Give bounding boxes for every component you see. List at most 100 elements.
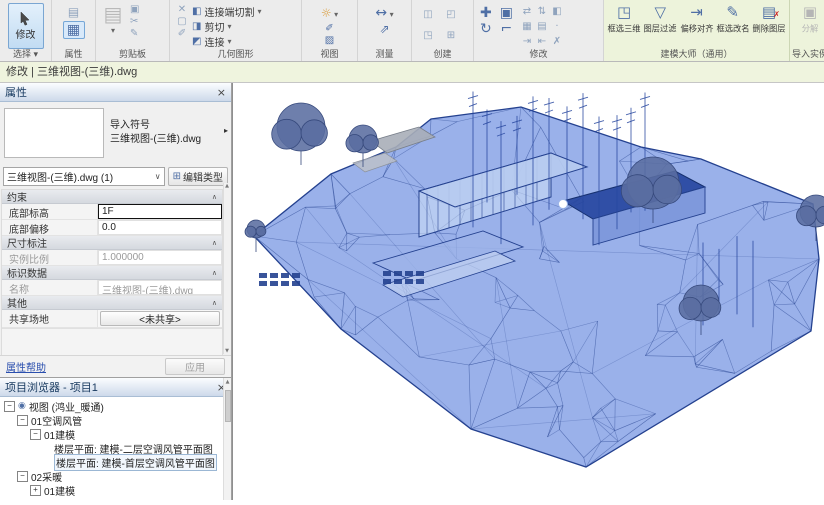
properties-header[interactable]: 属性 ×: [0, 83, 231, 102]
cope-icon[interactable]: ✕: [178, 4, 186, 15]
section-other[interactable]: 其他 ∧: [2, 296, 222, 310]
split-icon[interactable]: ⇥: [520, 34, 534, 48]
paint-icon[interactable]: ✐: [178, 28, 186, 39]
panel-label-properties: 属性: [52, 49, 95, 61]
project-browser-header[interactable]: 项目浏览器 - 项目1 ×: [0, 378, 231, 397]
copy-element-icon[interactable]: ▣: [500, 6, 513, 21]
tree-expander-icon[interactable]: −: [17, 415, 28, 426]
displace-icon[interactable]: ▨: [325, 35, 334, 46]
plugin-button-框选改名[interactable]: ✎框选改名: [715, 2, 751, 35]
rotate-icon[interactable]: ↻: [480, 22, 492, 37]
visibility-button[interactable]: ☼ ▾: [321, 4, 338, 22]
delete-icon[interactable]: ✗: [550, 34, 564, 48]
tree-expander-icon[interactable]: +: [30, 485, 41, 496]
collapse-icon[interactable]: ∧: [212, 239, 217, 247]
tree-expander-icon[interactable]: −: [17, 471, 28, 482]
modify-tool-button[interactable]: 修改: [8, 3, 44, 49]
properties-scrollbar[interactable]: ▲▼: [223, 183, 230, 354]
base-level-input[interactable]: 1F: [98, 204, 222, 219]
base-offset-input[interactable]: 0.0: [98, 220, 222, 235]
cut-profile-icon[interactable]: ▢: [177, 16, 186, 27]
scroll-up-icon[interactable]: ▲: [224, 379, 231, 385]
join-geometry-button[interactable]: ◩ 连接 ▾: [192, 34, 261, 49]
删除图层-icon: ▤✗: [762, 4, 776, 22]
move-icon[interactable]: ✚: [480, 6, 492, 21]
align-icon[interactable]: ⇄: [520, 4, 534, 18]
properties-help-link[interactable]: 属性帮助: [6, 359, 46, 374]
collapse-icon[interactable]: ∧: [212, 269, 217, 277]
plugin-button-删除图层[interactable]: ▤✗删除图层: [751, 2, 787, 35]
drawing-area[interactable]: [232, 83, 824, 500]
array-icon[interactable]: ▦: [520, 19, 534, 33]
section-identity-data[interactable]: 标识数据 ∧: [2, 266, 222, 280]
create-assembly-icon[interactable]: ◳: [417, 25, 439, 45]
section-constraints[interactable]: 约束 ∧: [2, 190, 222, 204]
tree-item-label: 01建模: [44, 483, 75, 498]
join-end-cut-button[interactable]: ◧ 连接端切割 ▾: [192, 4, 261, 19]
plugin-button-偏移对齐[interactable]: ⇥偏移对齐: [678, 2, 714, 35]
edit-type-label: 编辑类型: [183, 169, 223, 184]
框选改名-icon: ✎: [726, 4, 739, 22]
copy-icon[interactable]: ▣: [130, 4, 139, 15]
caret-icon[interactable]: ▸: [224, 126, 228, 135]
preview-category: 导入符号: [110, 119, 201, 133]
trim-icon[interactable]: ⌐: [500, 22, 512, 37]
tree-item-label: 楼层平面: 建模-首层空调风管平面图: [54, 454, 217, 471]
cut-geometry-button[interactable]: ◨ 剪切 ▾: [192, 19, 261, 34]
scale-icon[interactable]: ▤: [535, 19, 549, 33]
browser-tree: −◉视图 (鸿业_暖通)−01空调风管−01建模楼层平面: 建模-二层空调风管平…: [0, 397, 231, 503]
panel-select: 修改 选择 ▾: [0, 0, 52, 61]
scroll-thumb[interactable]: [225, 390, 231, 422]
create-parts-icon[interactable]: ⊞: [440, 25, 462, 45]
tree-expander-icon[interactable]: −: [4, 401, 15, 412]
name-label: 名称: [2, 280, 98, 295]
ribbon: 修改 选择 ▾ ▤ ▦ 属性 ▤ ▾ ▣ ✂ ✎ 剪贴板 ✕ ▢ ✐ ◧: [0, 0, 824, 62]
plugin-button-label: 框选改名: [716, 23, 749, 35]
dropdown-icon: ▾: [227, 22, 231, 31]
tree-expander-icon[interactable]: −: [30, 429, 41, 440]
close-icon[interactable]: ×: [217, 86, 226, 99]
edit-type-button[interactable]: ⊞ 编辑类型: [168, 167, 228, 186]
aligned-dimension-icon[interactable]: ⇗: [379, 23, 389, 36]
cut-icon[interactable]: ✂: [130, 16, 139, 27]
browser-scrollbar[interactable]: ▲: [223, 378, 231, 500]
tree-item[interactable]: +01建模: [0, 483, 231, 497]
properties-palette-icon[interactable]: ▦: [63, 21, 85, 39]
paste-icon[interactable]: ▤: [104, 4, 123, 25]
cut-geometry-label: 剪切: [204, 19, 224, 34]
plugin-button-框选三维[interactable]: ◳框选三维: [606, 2, 642, 35]
panel-label-select[interactable]: 选择 ▾: [0, 49, 51, 61]
section-dimensions[interactable]: 尺寸标注 ∧: [2, 236, 222, 250]
tree-item[interactable]: −02采暖: [0, 469, 231, 483]
collapse-icon[interactable]: ∧: [212, 193, 217, 201]
properties-grid: 约束 ∧ 底部标高 1F 底部偏移 0.0 尺寸标注 ∧ 实例比例 1.0000…: [1, 189, 223, 382]
tree-item[interactable]: −01建模: [0, 427, 231, 441]
pin-icon[interactable]: ·: [550, 19, 564, 33]
create-similar-icon[interactable]: ◰: [440, 4, 462, 24]
create-group-icon[interactable]: ◫: [417, 4, 439, 24]
3d-model-wireframe[interactable]: [233, 83, 824, 500]
tree-item[interactable]: 楼层平面: 建模-首层空调风管平面图: [0, 455, 231, 469]
apply-button[interactable]: 应用: [165, 358, 225, 375]
match-type-icon[interactable]: ✎: [130, 28, 139, 39]
offset-icon[interactable]: ⇅: [535, 4, 549, 18]
cut-geometry-icon: ◨: [192, 21, 201, 32]
type-properties-icon[interactable]: ▤: [64, 4, 84, 20]
panel-label-import-instance: 导入实例: [790, 49, 824, 61]
shared-site-button[interactable]: <未共享>: [100, 311, 220, 326]
collapse-icon[interactable]: ∧: [212, 299, 217, 307]
dropdown-icon: ▾: [257, 7, 261, 16]
plugin-button-图层过滤[interactable]: ▽图层过滤: [642, 2, 678, 35]
paste-dropdown-icon[interactable]: ▾: [111, 26, 115, 35]
type-selector-dropdown[interactable]: 三维视图-(三维).dwg (1) ∨: [3, 167, 165, 186]
plugin-button-分解[interactable]: ▣分解: [792, 2, 824, 35]
tree-item-label: 02采暖: [31, 469, 62, 484]
tree-item[interactable]: −01空调风管: [0, 413, 231, 427]
cursor-arrow-icon: [18, 11, 33, 26]
mirror-icon[interactable]: ◧: [550, 4, 564, 18]
measure-button[interactable]: ↔ ▾: [375, 4, 393, 22]
unpin-icon[interactable]: ⇤: [535, 34, 549, 48]
panel-label-geometry: 几何图形: [170, 49, 301, 61]
tree-item[interactable]: −◉视图 (鸿业_暖通): [0, 399, 231, 413]
linework-icon[interactable]: ✐: [325, 23, 333, 34]
